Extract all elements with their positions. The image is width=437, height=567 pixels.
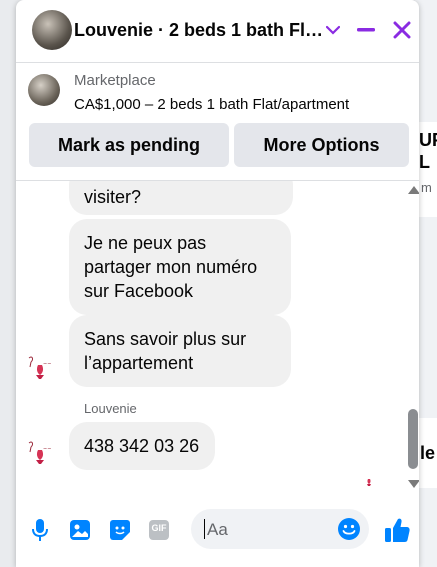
svg-text:~~: ~~ [43, 446, 51, 452]
message-input[interactable] [205, 509, 334, 551]
sender-avatar[interactable]: ~~ [24, 353, 56, 385]
svg-text:~~: ~~ [43, 361, 51, 367]
text-caret [204, 519, 205, 539]
listing-summary[interactable]: CA$1,000 – 2 beds 1 bath Flat/apartment [74, 96, 349, 113]
minimize-icon[interactable] [352, 16, 380, 44]
listing-thumbnail[interactable] [28, 74, 60, 106]
message-list: visiter? Je ne peux pas partager mon num… [16, 181, 419, 498]
message-bubble: Je ne peux pas partager mon numéro sur F… [69, 219, 291, 315]
chat-window: Louvenie · 2 beds 1 bath Fl… Marketplace… [16, 0, 419, 567]
read-receipt-avatar [361, 473, 377, 489]
message-bubble: Sans savoir plus sur l’appartement [69, 315, 291, 387]
image-icon[interactable] [67, 517, 93, 543]
microphone-icon[interactable] [27, 517, 53, 543]
like-thumbs-up-icon[interactable] [382, 515, 412, 545]
scroll-up-arrow-icon[interactable] [408, 186, 419, 194]
more-options-button[interactable]: More Options [234, 123, 409, 167]
sender-name: Louvenie [84, 401, 137, 416]
message-bubble: visiter? [69, 181, 293, 215]
contact-avatar[interactable] [32, 10, 72, 50]
emoji-icon[interactable] [337, 517, 361, 541]
message-input-container [191, 509, 369, 551]
background-text-4: le [420, 443, 436, 463]
chat-header: Louvenie · 2 beds 1 bath Fl… [16, 0, 419, 63]
sender-avatar[interactable]: ~~ [24, 438, 56, 470]
message-composer: GIF [16, 498, 419, 567]
marketplace-banner: Marketplace CA$1,000 – 2 beds 1 bath Fla… [16, 62, 419, 181]
scrollbar-thumb[interactable] [408, 409, 418, 469]
gif-icon[interactable]: GIF [146, 517, 172, 543]
message-bubble: 438 342 03 26 [69, 422, 215, 470]
background-text-2: L [419, 152, 430, 172]
background-text-3: m [421, 180, 432, 195]
marketplace-label: Marketplace [74, 72, 156, 89]
close-icon[interactable] [388, 16, 416, 44]
sticker-icon[interactable] [107, 517, 133, 543]
gif-label: GIF [151, 523, 167, 533]
chevron-down-icon[interactable] [319, 16, 347, 44]
background-text-1: UP [419, 130, 437, 150]
chat-title[interactable]: Louvenie · 2 beds 1 bath Fl… [74, 20, 323, 41]
scroll-down-arrow-icon[interactable] [408, 480, 419, 488]
mark-as-pending-button[interactable]: Mark as pending [29, 123, 229, 167]
